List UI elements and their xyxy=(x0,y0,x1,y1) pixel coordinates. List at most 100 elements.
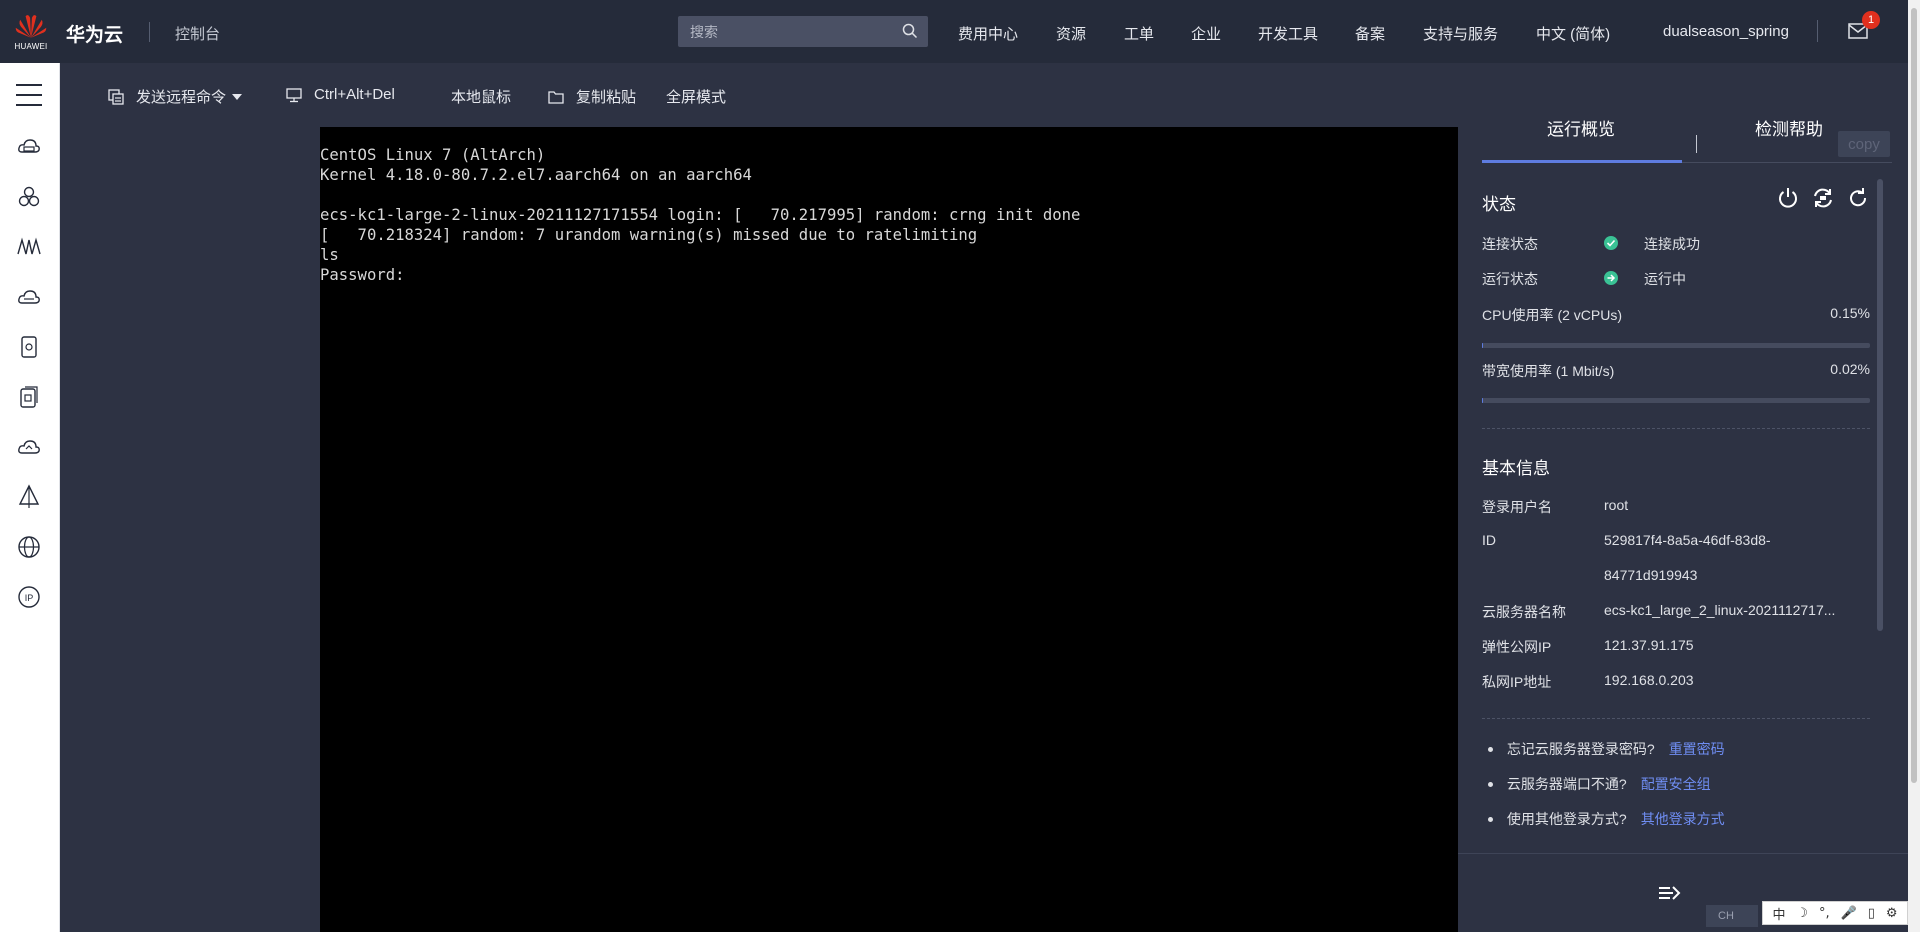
ctrl-alt-del-button[interactable]: Ctrl+Alt+Del xyxy=(286,86,395,103)
keyboard-icon[interactable]: ▯ xyxy=(1868,906,1875,921)
arrow-right-icon xyxy=(1604,271,1618,285)
help-question: 忘记云服务器登录密码? xyxy=(1506,741,1655,757)
status-title: 状态 xyxy=(1482,195,1516,214)
send-command-button[interactable]: 发送远程命令 xyxy=(108,86,243,107)
connection-status-label: 连接状态 xyxy=(1482,236,1538,252)
nav-tickets[interactable]: 工单 xyxy=(1124,23,1154,44)
folder-icon xyxy=(548,90,564,104)
help-item: 忘记云服务器登录密码? 重置密码 xyxy=(1488,739,1725,759)
local-mouse-label: 本地鼠标 xyxy=(451,89,512,106)
moon-icon[interactable]: ☽ xyxy=(1796,906,1808,921)
divider xyxy=(149,22,150,42)
nav-billing-center[interactable]: 费用中心 xyxy=(958,23,1018,44)
reset-password-link[interactable]: 重置密码 xyxy=(1669,741,1725,757)
info-value: root xyxy=(1604,497,1629,513)
microphone-icon[interactable]: 🎤 xyxy=(1841,906,1857,921)
gear-icon[interactable]: ⚙ xyxy=(1886,906,1898,921)
database-icon[interactable] xyxy=(16,334,42,360)
nav-icp-filing[interactable]: 备案 xyxy=(1355,23,1385,44)
menu-icon[interactable] xyxy=(16,84,42,106)
brand-name[interactable]: 华为云 xyxy=(66,20,123,47)
security-group-link[interactable]: 配置安全组 xyxy=(1641,776,1711,792)
terminal-line: Kernel 4.18.0-80.7.2.el7.aarch64 on an a… xyxy=(320,166,752,184)
collapse-panel-icon[interactable] xyxy=(1658,883,1682,903)
nav-language[interactable]: 中文 (简体) xyxy=(1536,23,1610,44)
search-box[interactable] xyxy=(678,16,928,47)
info-label: 云服务器名称 xyxy=(1482,604,1566,620)
copy-button[interactable]: copy xyxy=(1838,131,1890,157)
huawei-logo[interactable]: HUAWEI xyxy=(12,12,50,52)
deploy-icon[interactable] xyxy=(16,484,42,510)
nav-resources[interactable]: 资源 xyxy=(1056,23,1086,44)
fullscreen-label: 全屏模式 xyxy=(666,89,727,106)
punctuation-icon[interactable]: °, xyxy=(1819,906,1830,921)
cluster-icon[interactable] xyxy=(16,184,42,210)
network-icon[interactable] xyxy=(16,234,42,260)
globe-icon[interactable] xyxy=(16,534,42,560)
bandwidth-usage-label: 带宽使用率 (1 Mbit/s) xyxy=(1482,363,1615,379)
info-label: 弹性公网IP xyxy=(1482,639,1552,655)
cloud-server-icon[interactable] xyxy=(16,134,42,160)
other-login-link[interactable]: 其他登录方式 xyxy=(1641,811,1725,827)
copy-paste-button[interactable]: 复制粘贴 xyxy=(548,86,636,107)
running-status-value: 运行中 xyxy=(1644,271,1686,287)
refresh-icon[interactable] xyxy=(1846,186,1870,210)
divider xyxy=(1458,853,1908,854)
tab-detection-help[interactable]: 检测帮助 xyxy=(1755,115,1823,140)
info-value: ecs-kc1_large_2_linux-2021112717... xyxy=(1604,602,1836,618)
top-bar: HUAWEI 华为云 控制台 费用中心 资源 工单 企业 开发工具 备案 支持与… xyxy=(0,0,1908,63)
console-link[interactable]: 控制台 xyxy=(175,23,220,44)
divider xyxy=(1817,20,1818,42)
nav-username[interactable]: dualseason_spring xyxy=(1663,23,1789,40)
info-label: 登录用户名 xyxy=(1482,499,1552,515)
ime-language-indicator[interactable]: CH xyxy=(1706,905,1758,927)
running-status-label: 运行状态 xyxy=(1482,271,1538,287)
tab-overview[interactable]: 运行概览 xyxy=(1547,115,1615,140)
active-tab-indicator xyxy=(1482,160,1682,163)
nav-enterprise[interactable]: 企业 xyxy=(1191,23,1221,44)
power-icon[interactable] xyxy=(1776,186,1800,210)
cpu-usage-bar-fill xyxy=(1482,343,1484,348)
divider xyxy=(1482,718,1870,719)
fullscreen-button[interactable]: 全屏模式 xyxy=(666,86,726,107)
logo-text: HUAWEI xyxy=(14,42,48,51)
tab-divider xyxy=(1696,135,1697,153)
terminal-line: [ 70.218324] random: 7 urandom warning(s… xyxy=(320,226,978,244)
search-icon[interactable] xyxy=(902,23,918,39)
vnc-toolbar: 发送远程命令 Ctrl+Alt+Del 本地鼠标 复制粘贴 全屏模式 xyxy=(60,63,1458,127)
terminal-line: Password: xyxy=(320,266,405,284)
terminal-line: ls xyxy=(320,246,339,264)
cloud-upload-icon[interactable] xyxy=(16,434,42,460)
bandwidth-usage-value: 0.02% xyxy=(1830,361,1870,377)
cpu-usage-value: 0.15% xyxy=(1830,305,1870,321)
info-label: ID xyxy=(1482,532,1496,548)
help-question: 云服务器端口不通? xyxy=(1506,776,1627,792)
nav-support-services[interactable]: 支持与服务 xyxy=(1423,23,1498,44)
info-value: 84771d919943 xyxy=(1604,567,1698,583)
scrollbar-thumb[interactable] xyxy=(1911,8,1917,783)
connection-status-value: 连接成功 xyxy=(1644,236,1700,252)
vnc-terminal[interactable]: CentOS Linux 7 (AltArch) Kernel 4.18.0-8… xyxy=(320,127,1458,932)
window-scrollbar[interactable] xyxy=(1908,0,1920,932)
bandwidth-usage-bar xyxy=(1482,398,1870,403)
cloud-storage-icon[interactable] xyxy=(16,284,42,310)
basic-info-title: 基本信息 xyxy=(1482,459,1550,478)
info-value: 192.168.0.203 xyxy=(1604,672,1694,688)
cpu-usage-label: CPU使用率 (2 vCPUs) xyxy=(1482,307,1623,323)
help-item: 云服务器端口不通? 配置安全组 xyxy=(1488,774,1711,794)
backup-icon[interactable] xyxy=(16,384,42,410)
panel-scrollbar[interactable] xyxy=(1877,179,1883,631)
check-icon xyxy=(1604,236,1618,250)
terminal-line: CentOS Linux 7 (AltArch) xyxy=(320,146,546,164)
ime-chinese-mode[interactable]: 中 xyxy=(1772,904,1785,923)
search-input[interactable] xyxy=(678,23,888,40)
restart-icon[interactable] xyxy=(1811,186,1835,210)
local-mouse-button[interactable]: 本地鼠标 xyxy=(451,86,511,107)
monitor-icon xyxy=(286,87,302,102)
help-question: 使用其他登录方式? xyxy=(1506,811,1627,827)
copy-paste-label: 复制粘贴 xyxy=(576,89,637,106)
ip-icon[interactable]: IP xyxy=(16,584,42,610)
ctrl-alt-del-label: Ctrl+Alt+Del xyxy=(314,86,395,103)
nav-dev-tools[interactable]: 开发工具 xyxy=(1258,23,1318,44)
